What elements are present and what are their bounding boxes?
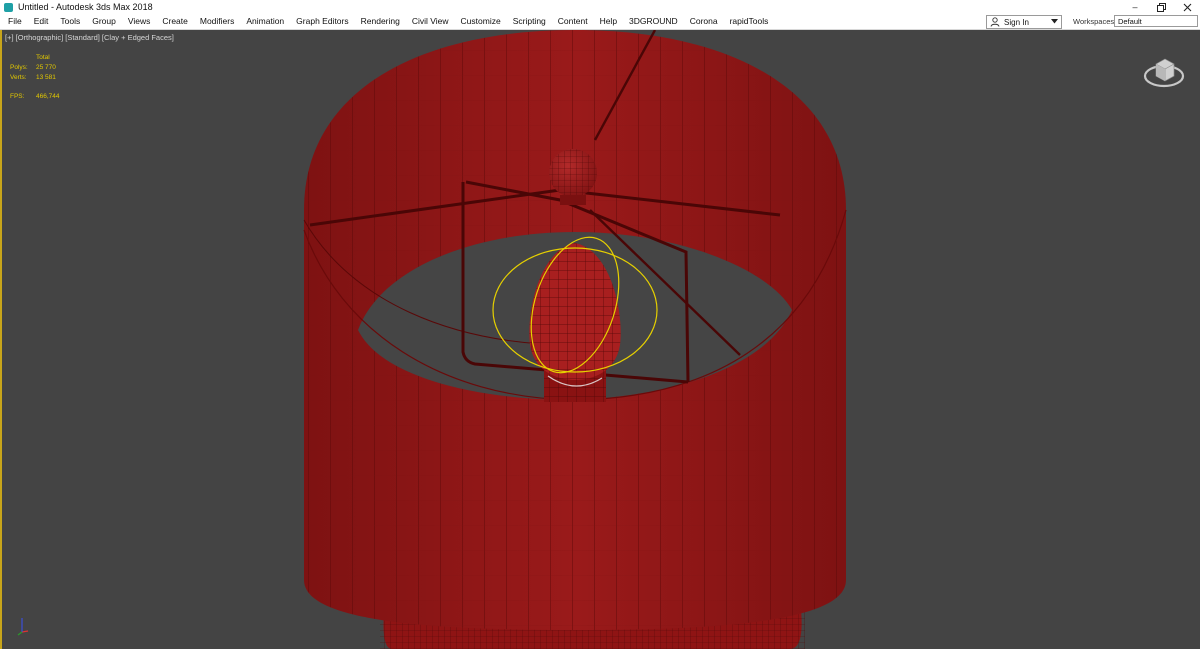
menu-edit[interactable]: Edit <box>28 14 55 29</box>
workspaces-label: Workspaces: <box>1073 17 1117 26</box>
menu-rapidtools[interactable]: rapidTools <box>724 14 775 29</box>
menu-help[interactable]: Help <box>594 14 623 29</box>
menu-modifiers[interactable]: Modifiers <box>194 14 240 29</box>
menu-tools[interactable]: Tools <box>54 14 86 29</box>
stats-polys-value: 25 770 <box>36 63 56 71</box>
stats-total-label: Total <box>36 54 50 61</box>
viewport-label[interactable]: [+] [Orthographic] [Standard] [Clay + Ed… <box>5 33 174 42</box>
menu-graph-editors[interactable]: Graph Editors <box>290 14 354 29</box>
person-icon <box>990 17 1000 27</box>
3dsmax-app-icon <box>4 2 13 12</box>
menu-civil-view[interactable]: Civil View <box>406 14 455 29</box>
stats-verts-row: Verts: 13 581 <box>10 73 60 83</box>
sign-in-label: Sign In <box>1004 17 1029 27</box>
stats-fps-row: FPS: 466,744 <box>10 92 60 102</box>
menu-rendering[interactable]: Rendering <box>355 14 406 29</box>
menu-group[interactable]: Group <box>86 14 122 29</box>
menu-file[interactable]: File <box>0 14 28 29</box>
close-button[interactable] <box>1174 0 1200 14</box>
restore-button[interactable] <box>1148 0 1174 14</box>
menu-animation[interactable]: Animation <box>240 14 290 29</box>
stats-fps-value: 466,744 <box>36 93 60 101</box>
perspective-viewport[interactable]: [+] [Orthographic] [Standard] [Clay + Ed… <box>0 30 1200 649</box>
workspaces-select[interactable]: Default <box>1114 15 1198 27</box>
stats-verts-label: Verts: <box>10 73 27 81</box>
chevron-down-icon <box>1051 19 1058 24</box>
title-bar: Untitled - Autodesk 3ds Max 2018 – <box>0 0 1200 14</box>
menu-3dground[interactable]: 3DGROUND <box>623 14 684 29</box>
stats-fps-label: FPS: <box>10 93 25 101</box>
menu-bar: File Edit Tools Group Views Create Modif… <box>0 14 1200 30</box>
stats-polys-row: Polys: 25 770 <box>10 63 60 73</box>
viewcube-icon[interactable] <box>1142 52 1188 92</box>
minimize-button[interactable]: – <box>1122 0 1148 14</box>
menu-customize[interactable]: Customize <box>455 14 507 29</box>
window-title: Untitled - Autodesk 3ds Max 2018 <box>18 2 153 12</box>
close-icon <box>1183 3 1191 11</box>
menu-corona[interactable]: Corona <box>684 14 724 29</box>
menu-views[interactable]: Views <box>122 14 157 29</box>
scene-render <box>303 30 847 649</box>
menu-content[interactable]: Content <box>552 14 594 29</box>
stats-polys-label: Polys: <box>10 63 28 71</box>
viewport-statistics: Total Polys: 25 770 Verts: 13 581 FPS: 4… <box>10 53 60 102</box>
menu-scripting[interactable]: Scripting <box>507 14 552 29</box>
restore-icon <box>1156 2 1166 12</box>
axis-tripod-icon <box>17 618 29 636</box>
stats-verts-value: 13 581 <box>36 73 56 81</box>
menu-create[interactable]: Create <box>156 14 194 29</box>
sign-in-dropdown[interactable]: Sign In <box>986 15 1062 29</box>
